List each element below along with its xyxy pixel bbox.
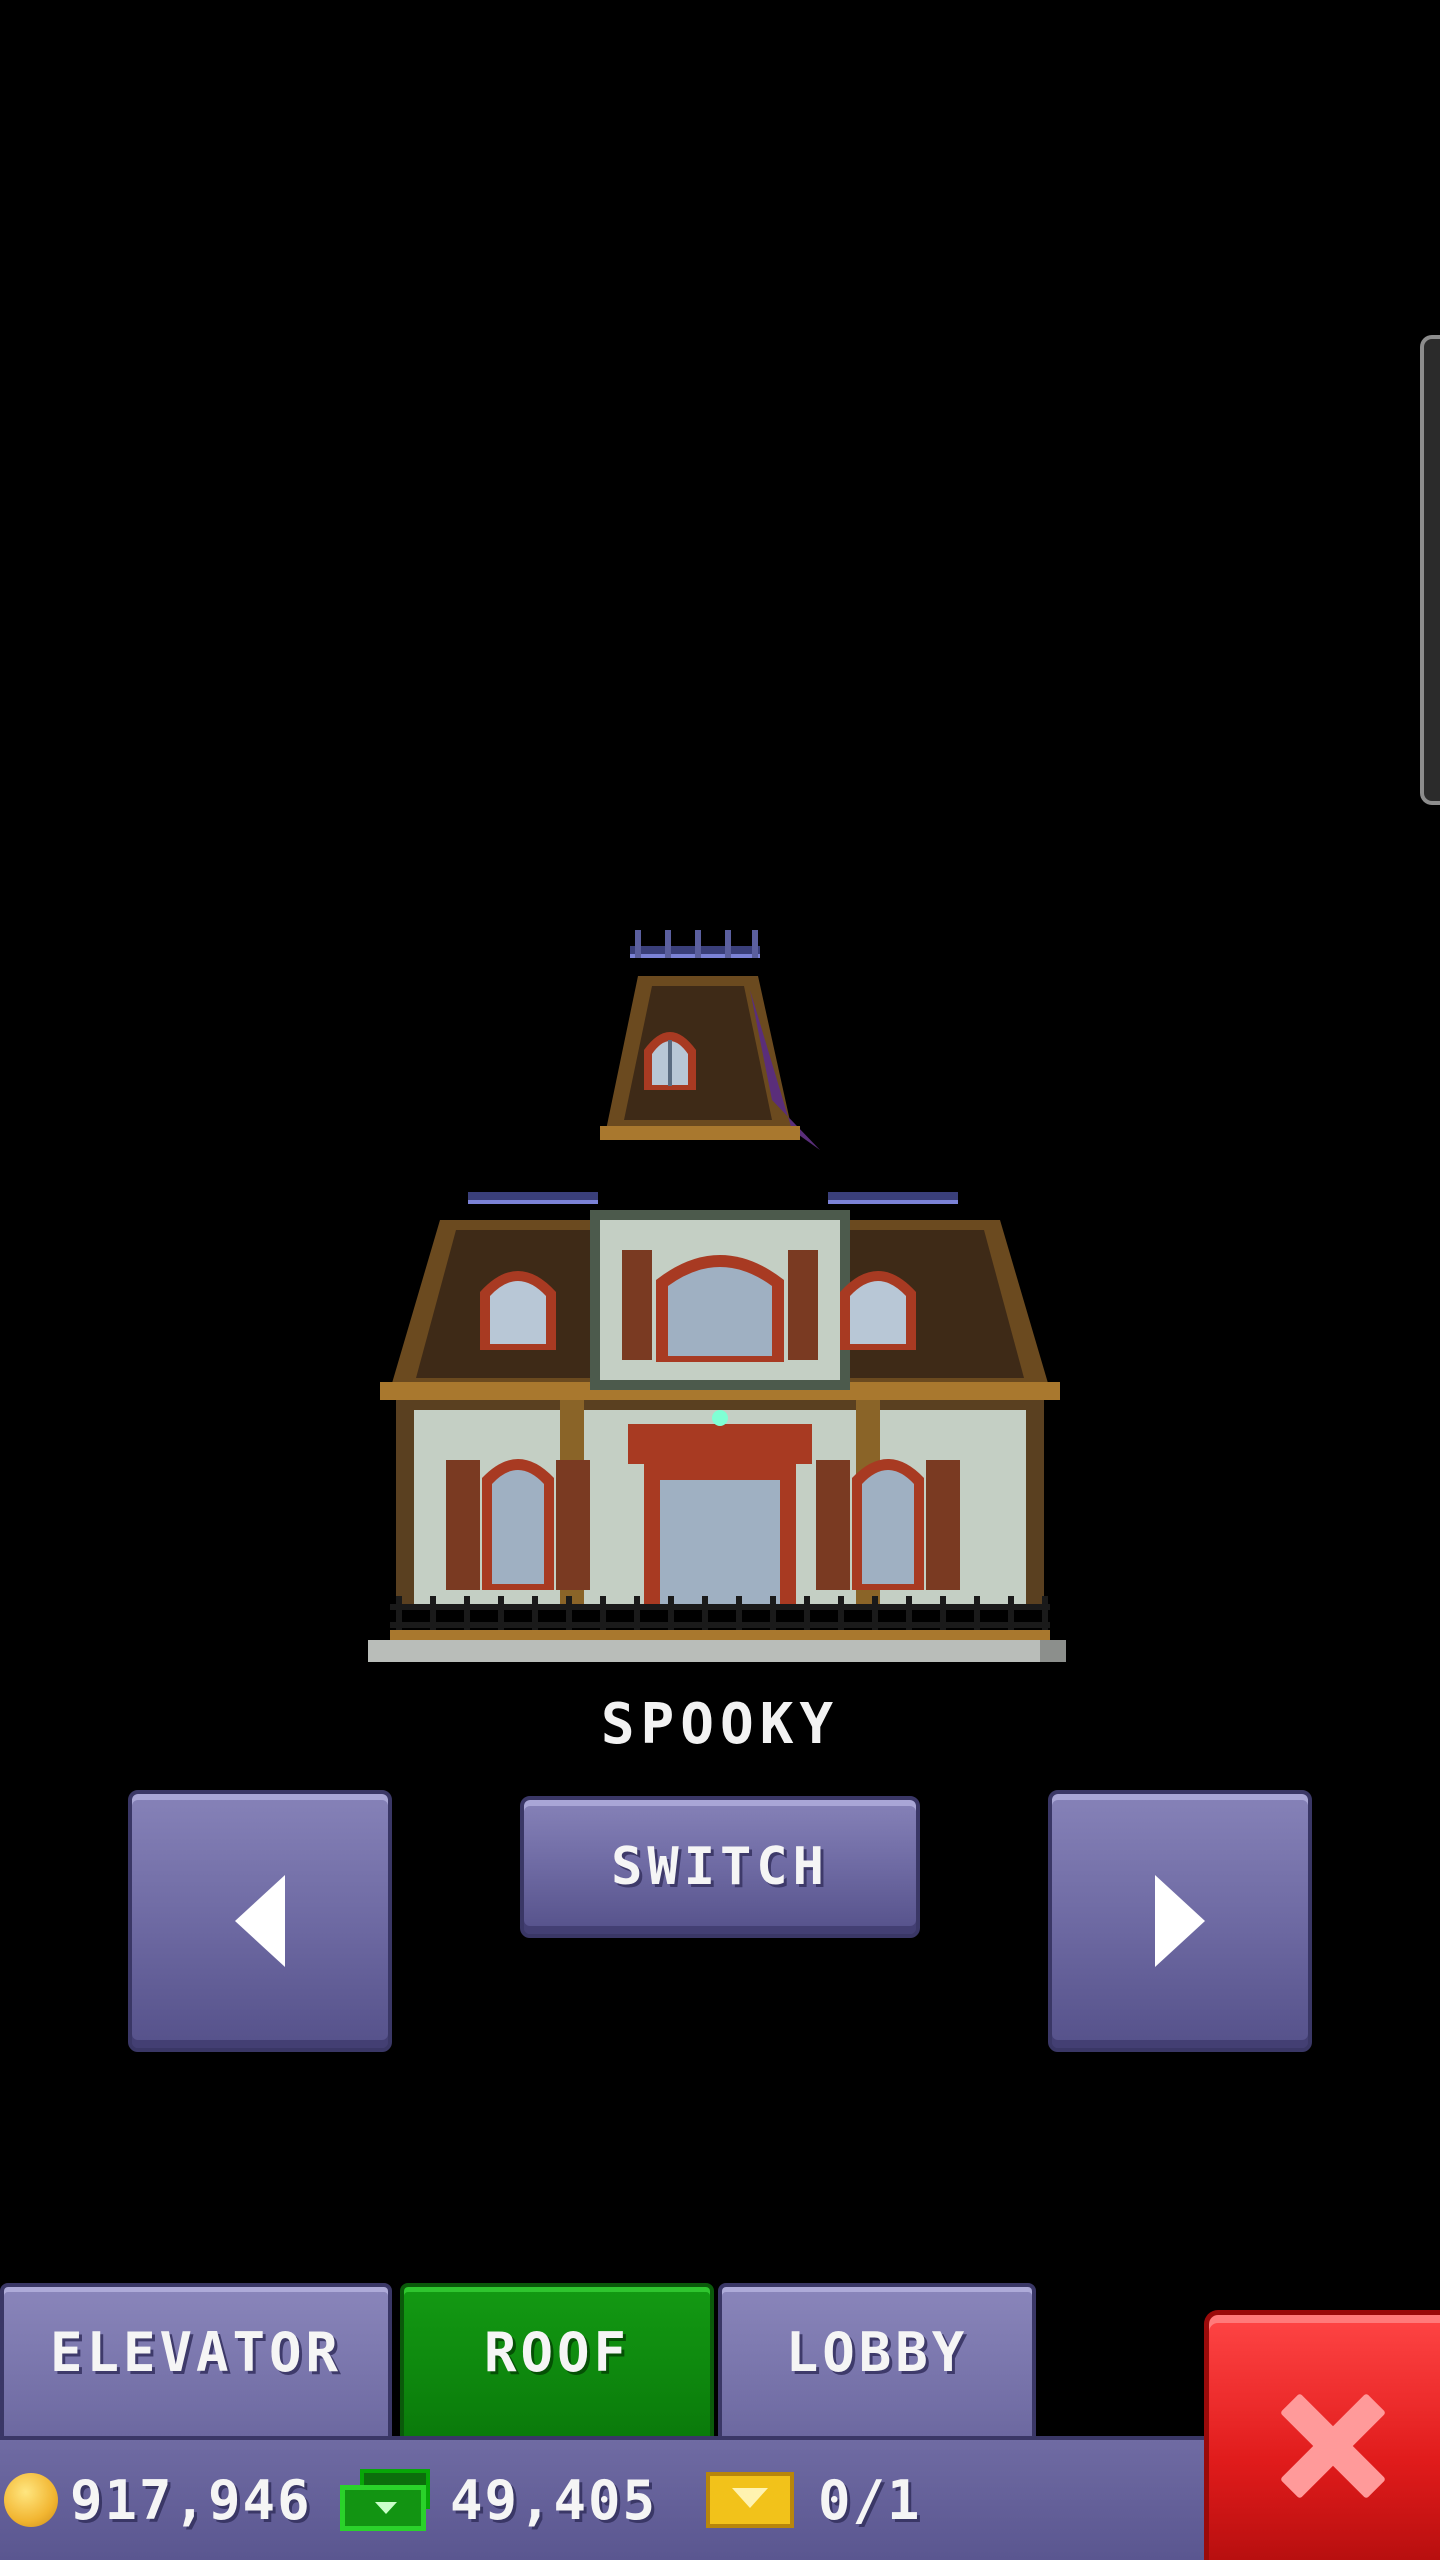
arrow-left-icon <box>235 1875 285 1967</box>
tickets-value: 0/1 <box>818 2468 922 2532</box>
ticket-icon <box>706 2472 794 2528</box>
tab-elevator[interactable]: ELEVATOR <box>0 2283 392 2438</box>
tab-lobby[interactable]: LOBBY <box>718 2283 1036 2438</box>
coins-value: 917,946 <box>70 2468 312 2532</box>
close-icon <box>1277 2391 1387 2501</box>
tab-roof-label: ROOF <box>483 2321 631 2384</box>
bux-icon <box>340 2469 432 2531</box>
switch-button[interactable]: SWITCH <box>520 1796 920 1938</box>
bux-stat: 49,405 <box>340 2440 657 2560</box>
tab-elevator-label: ELEVATOR <box>49 2321 343 2384</box>
status-bar: 917,946 49,405 0/1 <box>0 2436 1210 2560</box>
tickets-stat: 0/1 <box>706 2440 922 2560</box>
close-button[interactable] <box>1204 2310 1440 2560</box>
bux-value: 49,405 <box>450 2468 658 2532</box>
coin-icon <box>4 2473 58 2527</box>
previous-roof-button[interactable] <box>128 1790 392 2052</box>
roof-preview-image <box>360 930 1080 1670</box>
tab-roof[interactable]: ROOF <box>400 2283 714 2438</box>
tab-lobby-label: LOBBY <box>785 2321 969 2384</box>
scroll-handle[interactable] <box>1420 335 1440 805</box>
roof-name-label: SPOOKY <box>600 1692 840 1757</box>
next-roof-button[interactable] <box>1048 1790 1312 2052</box>
coins-stat: 917,946 <box>4 2440 312 2560</box>
switch-button-label: SWITCH <box>611 1837 829 1897</box>
arrow-right-icon <box>1155 1875 1205 1967</box>
